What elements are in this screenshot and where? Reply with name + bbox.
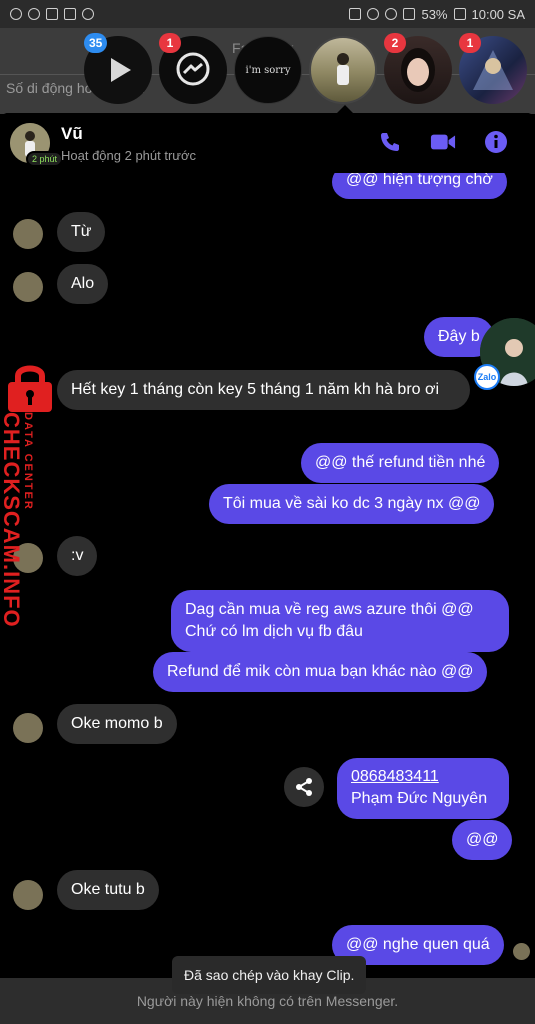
sender-avatar <box>13 713 43 743</box>
vu-avatar-photo <box>337 53 349 85</box>
message-in[interactable]: Alo <box>57 264 109 304</box>
badge-girl: 2 <box>384 33 406 53</box>
phone-icon <box>381 133 399 151</box>
video-call-button[interactable] <box>430 129 456 155</box>
zalo-label: Zalo <box>477 372 497 382</box>
clock: 10:00 SA <box>471 6 526 22</box>
video-camera-icon <box>430 134 456 150</box>
clipboard-toast: Đã sao chép vào khay Clip. <box>172 956 367 994</box>
call-button[interactable] <box>377 129 403 155</box>
info-button[interactable] <box>483 129 509 155</box>
contact-card-message[interactable]: 0868483411 Phạm Đức Nguyên <box>337 758 509 819</box>
message-in[interactable]: Hết key 1 tháng còn key 5 tháng 1 năm kh… <box>57 370 470 410</box>
sender-avatar <box>13 219 43 249</box>
contact-status: Hoạt động 2 phút trước <box>61 148 197 163</box>
seen-receipt-avatar <box>513 943 530 960</box>
message-out[interactable]: Tôi mua về sài ko dc 3 ngày nx @@ <box>209 484 495 524</box>
phone-number-link[interactable]: 0868483411 <box>351 766 495 788</box>
messenger-icon <box>176 52 210 86</box>
sender-avatar <box>13 272 43 302</box>
message-out[interactable]: @@ thế refund tiền nhé <box>301 443 500 483</box>
watermark-text: DATA CENTER CHECKSCAM.INFO <box>0 412 34 628</box>
message-out[interactable]: @@ <box>452 820 513 860</box>
messenger-notif-icon-3 <box>82 8 94 20</box>
chat-head-im-sorry[interactable]: i'm sorry <box>234 36 302 104</box>
messenger-notif-icon <box>10 8 22 20</box>
badge-play: 35 <box>84 33 108 53</box>
chat-head-vu[interactable] <box>309 36 377 104</box>
info-icon <box>485 131 507 153</box>
active-time-badge: 2 phút <box>26 151 64 167</box>
zalo-notif-icon <box>64 8 76 20</box>
message-out[interactable]: Refund để mik còn mua bạn khác nào @@ <box>153 652 488 692</box>
active-time-text: 2 phút <box>32 154 58 164</box>
share-button[interactable] <box>284 767 324 807</box>
message-out[interactable]: Dag cần mua về reg aws azure thôi @@ Chứ… <box>171 590 509 652</box>
badge-game-art: 1 <box>459 33 481 53</box>
im-sorry-text: i'm sorry <box>245 64 291 76</box>
status-bar: 53% 10:00 SA <box>0 0 535 28</box>
lock-icon <box>8 365 52 412</box>
play-icon <box>111 58 131 82</box>
system-status: 53% 10:00 SA <box>349 7 525 22</box>
chat-header: 2 phút Vũ Hoạt động 2 phút trước <box>0 113 535 173</box>
watermark: DATA CENTER CHECKSCAM.INFO <box>0 360 60 628</box>
phone-notif-icon <box>46 8 58 20</box>
battery-percent: 53% <box>421 6 448 22</box>
message-in[interactable]: Oke momo b <box>57 704 177 744</box>
sender-avatar <box>13 880 43 910</box>
contact-card-name: Phạm Đức Nguyên <box>351 790 488 807</box>
badge-messenger: 1 <box>159 33 181 53</box>
message-in[interactable]: Từ <box>57 212 106 252</box>
messenger-notif-icon-2 <box>28 8 40 20</box>
wifi-icon <box>385 8 398 20</box>
vibrate-icon <box>349 8 362 20</box>
alarm-icon <box>367 8 380 20</box>
share-icon <box>296 778 312 796</box>
message-in[interactable]: Oke tutu b <box>57 870 159 910</box>
notification-icons <box>10 8 94 20</box>
watermark-main: CHECKSCAM.INFO <box>0 412 24 628</box>
signal-icon <box>403 8 416 20</box>
zalo-icon: Zalo <box>474 364 500 390</box>
battery-icon <box>453 8 466 20</box>
contact-name[interactable]: Vũ <box>61 124 83 144</box>
